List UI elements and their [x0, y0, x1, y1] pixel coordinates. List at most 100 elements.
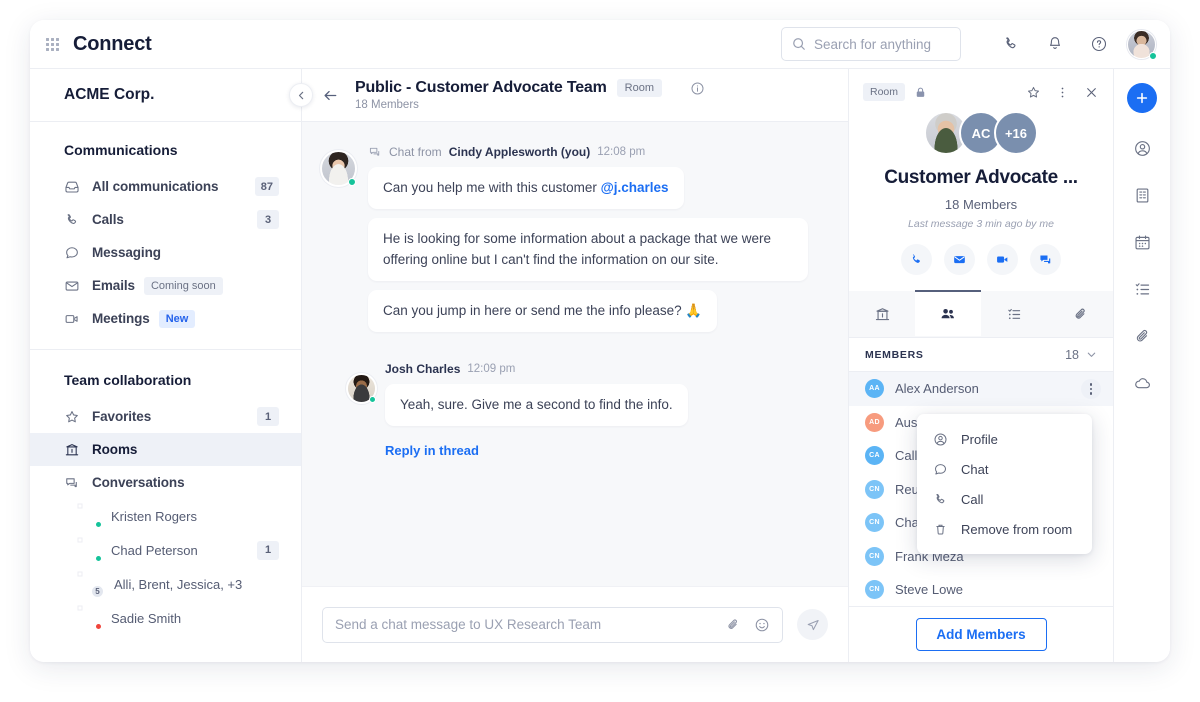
list-item[interactable]: Kristen Rogers	[30, 499, 301, 533]
sidebar-item-all-communications[interactable]: All communications 87	[30, 170, 301, 203]
avatar[interactable]	[1127, 29, 1157, 60]
send-icon	[807, 619, 819, 630]
email-button[interactable]	[944, 244, 975, 275]
member-name: Alex Anderson	[895, 381, 979, 397]
context-menu-label: Profile	[961, 431, 998, 447]
members-count: 18	[1065, 347, 1079, 362]
sidebar-collapse-button[interactable]	[289, 83, 313, 107]
sidebar-item-label: Emails	[92, 278, 135, 293]
sidebar-item-calls[interactable]: Calls 3	[30, 203, 301, 236]
right-rail	[1114, 69, 1170, 662]
tab-rooms[interactable]	[849, 291, 915, 337]
context-menu-item-remove-from-room[interactable]: Remove from room	[917, 514, 1092, 544]
bell-icon[interactable]	[1045, 34, 1065, 54]
app-grid-icon[interactable]	[46, 37, 59, 51]
sidebar-item-conversations[interactable]: Conversations	[30, 466, 301, 499]
more-vertical-icon[interactable]	[1055, 85, 1070, 100]
create-button[interactable]	[1127, 83, 1157, 113]
room-member-count: 18 Members	[944, 197, 1018, 212]
top-bar: Connect	[30, 20, 1170, 69]
context-menu-item-chat[interactable]: Chat	[917, 454, 1092, 484]
message-input[interactable]	[335, 617, 725, 632]
call-button[interactable]	[901, 244, 932, 275]
room-tag: Room	[863, 83, 906, 101]
mention-link[interactable]: @j.charles	[601, 180, 669, 195]
contacts-icon[interactable]	[1125, 131, 1159, 165]
close-icon[interactable]	[1084, 85, 1099, 100]
phone-icon	[933, 492, 950, 507]
room-details-panel: Room AC +16 Customer Advocate ... 18 Mem…	[849, 69, 1114, 662]
paperclip-icon	[1075, 308, 1085, 319]
building-icon[interactable]	[1125, 178, 1159, 212]
app-brand: Connect	[73, 32, 152, 55]
avatar-overflow-count: +16	[994, 111, 1038, 155]
sidebar-section-title: Team collaboration	[64, 372, 192, 388]
smiley-icon[interactable]	[754, 617, 770, 633]
sidebar-item-emails[interactable]: Emails Coming soon	[30, 269, 301, 302]
sidebar-item-rooms[interactable]: Rooms	[30, 433, 301, 466]
table-row[interactable]: CN Steve Lowe	[849, 573, 1113, 606]
member-more-button[interactable]	[1081, 378, 1101, 399]
badge-count: 87	[254, 177, 279, 196]
sidebar-item-messaging[interactable]: Messaging	[30, 236, 301, 269]
conversations-icon	[368, 145, 382, 159]
page-title: Public - Customer Advocate Team	[355, 79, 607, 96]
paperclip-icon[interactable]	[1125, 319, 1159, 353]
message-bubble: Can you help me with this customer @j.ch…	[368, 167, 684, 210]
chat-button[interactable]	[1030, 244, 1061, 275]
list-item[interactable]: Sadie Smith	[30, 601, 301, 635]
presence-dot-busy	[95, 622, 102, 630]
tab-files[interactable]	[1047, 291, 1113, 337]
tasks-icon[interactable]	[1125, 272, 1159, 306]
tab-tasks[interactable]	[981, 291, 1047, 337]
phone-icon[interactable]	[1001, 34, 1021, 54]
message-author: Josh Charles	[385, 362, 461, 376]
add-members-button[interactable]: Add Members	[915, 618, 1047, 651]
members-label: MEMBERS	[865, 348, 924, 361]
calendar-icon[interactable]	[1125, 225, 1159, 259]
message-bubble: Yeah, sure. Give me a second to find the…	[385, 384, 688, 427]
table-row[interactable]: AA Alex Anderson	[849, 372, 1113, 406]
pill-coming-soon: Coming soon	[143, 276, 223, 295]
avatar	[80, 540, 102, 562]
message-text: Can you help me with this customer	[383, 180, 601, 195]
context-menu-item-profile[interactable]: Profile	[917, 424, 1092, 454]
context-menu-item-call[interactable]: Call	[917, 484, 1092, 514]
arrow-left-icon[interactable]	[322, 87, 339, 104]
room-details-top: Room AC +16 Customer Advocate ... 18 Mem…	[849, 69, 1113, 275]
message-list: Chat from Cindy Applesworth (you) 12:08 …	[302, 122, 848, 586]
conversation-name: Chad Peterson	[111, 542, 198, 558]
send-button[interactable]	[797, 609, 828, 640]
envelope-icon	[64, 278, 81, 294]
presence-dot-online	[95, 520, 102, 528]
composer-area	[302, 586, 848, 662]
sidebar-item-meetings[interactable]: Meetings New	[30, 302, 301, 335]
search-input[interactable]	[814, 36, 950, 52]
info-circle-icon[interactable]	[690, 81, 705, 96]
people-icon	[941, 309, 954, 319]
avatar-initials: CN	[865, 580, 884, 600]
message-column: Josh Charles 12:09 pm Yeah, sure. Give m…	[385, 361, 828, 460]
avatar-initials: AA	[865, 379, 884, 399]
help-icon[interactable]	[1089, 34, 1109, 54]
composer[interactable]	[322, 606, 783, 643]
chat-title-row: Public - Customer Advocate Team Room	[355, 79, 705, 97]
star-icon[interactable]	[1026, 85, 1041, 100]
chevron-down-icon[interactable]	[1086, 349, 1097, 360]
paperclip-icon[interactable]	[725, 617, 741, 633]
list-item[interactable]: Chad Peterson 1	[30, 533, 301, 567]
list-item[interactable]: 5 Alli, Brent, Jessica, +3	[30, 567, 301, 601]
avatar-initials: CN	[865, 479, 884, 499]
sidebar-item-label: Messaging	[92, 245, 161, 260]
trash-icon	[933, 522, 950, 537]
rooms-icon	[64, 442, 81, 458]
list-icon	[1007, 308, 1020, 319]
sidebar-item-favorites[interactable]: Favorites 1	[30, 400, 301, 433]
room-quick-actions	[863, 244, 1099, 275]
tab-members[interactable]	[915, 290, 981, 336]
sidebar-item-label: Favorites	[92, 409, 152, 424]
video-button[interactable]	[987, 244, 1018, 275]
cloud-icon[interactable]	[1125, 366, 1159, 400]
search-box[interactable]	[781, 27, 961, 61]
reply-in-thread-link[interactable]: Reply in thread	[385, 443, 479, 458]
